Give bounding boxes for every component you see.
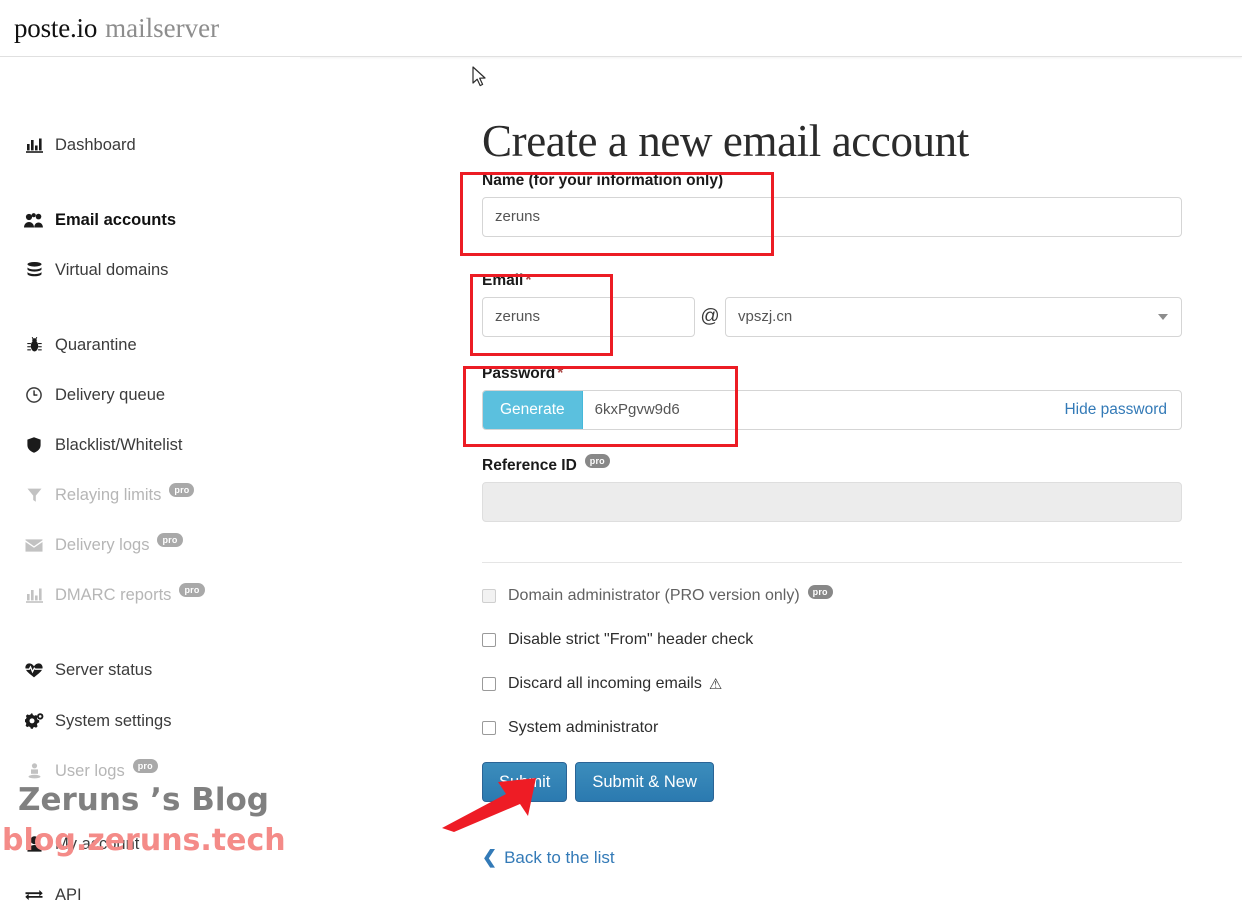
envelope-icon <box>22 536 46 554</box>
sidebar-item-dmarc-reports: DMARC reports pro <box>22 582 205 608</box>
generate-password-button[interactable]: Generate <box>483 391 583 429</box>
password-label-text: Password <box>482 365 556 382</box>
password-form-group: Password * Generate 6kxPgvw9d6 Hide passw… <box>482 365 1182 430</box>
sidebar-item-label: Virtual domains <box>55 260 169 279</box>
filter-icon <box>22 486 46 504</box>
user-pin-icon <box>22 762 46 780</box>
toggle-password-visibility-link[interactable]: Hide password <box>1058 391 1181 429</box>
password-label: Password * <box>482 365 1182 383</box>
checkbox-row-disable-strict-from-header-check[interactable]: Disable strict "From" header check <box>482 631 753 649</box>
shield-icon <box>22 436 46 454</box>
checkbox-label: Disable strict "From" header check <box>508 631 754 648</box>
exchange-icon <box>22 886 46 904</box>
chevron-left-icon: ❮ <box>482 847 498 867</box>
password-required-mark: * <box>557 365 564 382</box>
sidebar-item-relaying-limits: Relaying limits pro <box>22 482 195 508</box>
sidebar-item-label: Relaying limits <box>55 485 162 504</box>
email-label-text: Email <box>482 272 524 289</box>
password-input-group: Generate 6kxPgvw9d6 Hide password <box>482 390 1182 430</box>
sidebar-item-label: DMARC reports <box>55 585 172 604</box>
sidebar-item-label: API <box>55 885 82 904</box>
pro-badge-icon: pro <box>807 585 833 599</box>
checkbox-row-system-administrator[interactable]: System administrator <box>482 719 658 737</box>
pro-badge-icon: pro <box>584 453 610 468</box>
chart-bar-icon <box>22 136 46 154</box>
sidebar-item-label: Delivery logs <box>55 535 150 554</box>
checkbox-label: Discard all incoming emails <box>508 675 702 692</box>
sidebar-item-label: Dashboard <box>55 135 136 154</box>
checkbox-input[interactable] <box>482 633 496 647</box>
back-to-list-label: Back to the list <box>504 847 615 867</box>
chart-bar-icon <box>22 586 46 604</box>
warning-triangle-icon: ⚠ <box>708 676 723 693</box>
submit-button[interactable]: Submit <box>482 762 568 802</box>
top-navbar: poste.io mailserver <box>0 0 1242 57</box>
users-icon <box>22 211 46 229</box>
name-label: Name (for your information only) <box>482 172 724 189</box>
password-input[interactable]: 6kxPgvw9d6 <box>583 391 1059 429</box>
section-divider <box>482 562 1182 563</box>
sidebar-item-user-logs: User logs pro <box>22 758 158 784</box>
sidebar-item-dashboard[interactable]: Dashboard <box>22 132 136 158</box>
sidebar-item-label: Server status <box>55 660 153 679</box>
email-form-group: Email * zeruns @ vpszj.cn <box>482 272 1182 337</box>
submit-and-new-button[interactable]: Submit & New <box>575 762 714 802</box>
checkbox-input[interactable] <box>482 721 496 735</box>
sidebar-item-label: User logs <box>55 761 125 780</box>
brand-name: poste.io <box>14 13 98 43</box>
brand-logo[interactable]: poste.io mailserver <box>14 11 219 45</box>
sidebar-item-quarantine[interactable]: Quarantine <box>22 332 137 358</box>
sidebar-item-label: Quarantine <box>55 335 137 354</box>
form-actions: Submit Submit & New <box>482 762 714 802</box>
sidebar-item-label: Email accounts <box>55 210 177 229</box>
name-input[interactable]: zeruns <box>482 197 1182 237</box>
sidebar-item-virtual-domains[interactable]: Virtual domains <box>22 257 168 283</box>
email-label: Email * <box>482 272 1182 290</box>
email-required-mark: * <box>525 272 532 289</box>
sidebar-item-label: My account <box>55 834 140 853</box>
email-domain-select[interactable]: vpszj.cn <box>725 297 1182 337</box>
checkbox-input[interactable] <box>482 677 496 691</box>
pro-badge-icon: pro <box>157 533 183 547</box>
sidebar-nav: Dashboard Email accounts Virtual domains Qu… <box>0 57 300 924</box>
sidebar-item-api[interactable]: API <box>22 882 82 908</box>
checkbox-input <box>482 589 496 603</box>
reference-id-label: Reference ID pro <box>482 453 1182 475</box>
sidebar-item-delivery-logs: Delivery logs pro <box>22 532 183 558</box>
cogs-icon <box>22 712 46 730</box>
checkbox-row-domain-administrator-pro-version-only: Domain administrator (PRO version only) p… <box>482 585 833 605</box>
pro-badge-icon: pro <box>169 483 195 497</box>
checkbox-row-discard-all-incoming-emails[interactable]: Discard all incoming emails ⚠ <box>482 675 722 693</box>
sidebar-item-label: Blacklist/Whitelist <box>55 435 183 454</box>
main-content: Create a new email account Name (for you… <box>300 57 1242 924</box>
sidebar-item-my-account[interactable]: My account <box>22 831 139 857</box>
reference-id-input <box>482 482 1182 522</box>
reference-id-label-text: Reference ID <box>482 457 577 474</box>
sidebar-item-label: System settings <box>55 711 172 730</box>
checkbox-label: System administrator <box>508 719 659 736</box>
at-sign-separator: @ <box>700 306 720 327</box>
sidebar-item-label: Delivery queue <box>55 385 166 404</box>
sidebar-item-system-settings[interactable]: System settings <box>22 708 171 734</box>
sidebar-item-blacklist-whitelist[interactable]: Blacklist/Whitelist <box>22 432 182 458</box>
pro-badge-icon: pro <box>179 583 205 597</box>
bug-icon <box>22 336 46 354</box>
email-local-input[interactable]: zeruns <box>482 297 695 337</box>
heartbeat-icon <box>22 661 46 679</box>
sidebar-item-server-status[interactable]: Server status <box>22 657 152 683</box>
user-icon <box>22 835 46 853</box>
clock-icon <box>22 386 46 404</box>
checkbox-label: Domain administrator (PRO version only) <box>508 587 800 604</box>
database-icon <box>22 261 46 279</box>
sidebar-item-delivery-queue[interactable]: Delivery queue <box>22 382 165 408</box>
back-to-list-link[interactable]: ❮ Back to the list <box>482 847 615 868</box>
brand-subtitle: mailserver <box>105 13 220 43</box>
pro-badge-icon: pro <box>132 759 158 773</box>
sidebar-item-email-accounts[interactable]: Email accounts <box>22 207 176 233</box>
page-title: Create a new email account <box>482 116 969 167</box>
name-form-group: Name (for your information only) zeruns <box>482 172 1182 237</box>
reference-id-form-group: Reference ID pro <box>482 453 1182 522</box>
